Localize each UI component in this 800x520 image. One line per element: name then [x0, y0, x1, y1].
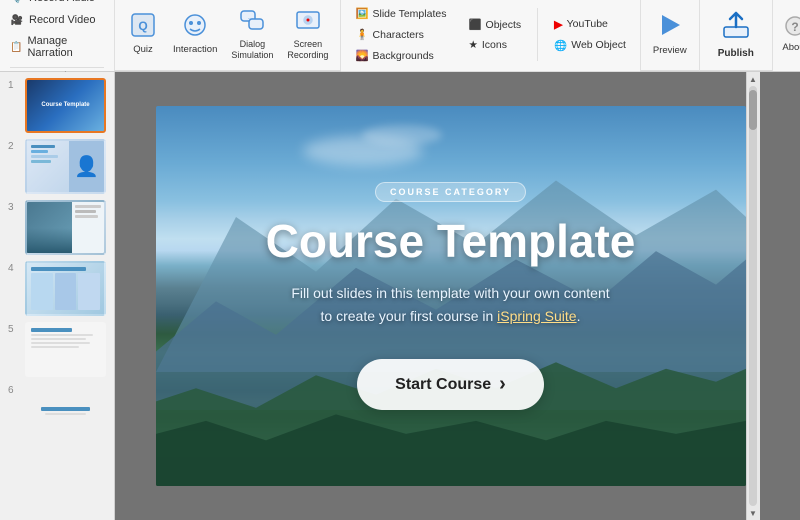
record-audio-button[interactable]: 🎙️ Record Audio — [10, 0, 95, 7]
preview-label: Preview — [653, 45, 687, 56]
slide-thumb-2[interactable]: 2 👤 — [8, 139, 106, 194]
interaction-label: Interaction — [173, 44, 217, 55]
slide-thumb-3[interactable]: 3 — [8, 200, 106, 255]
slide-preview-4 — [25, 261, 106, 316]
slide-thumb-5[interactable]: 5 — [8, 322, 106, 377]
slide-preview-1: Course Template — [25, 78, 106, 133]
svg-text:?: ? — [791, 20, 798, 34]
characters-button[interactable]: 🧍 Characters — [349, 25, 452, 44]
slide-thumb-4[interactable]: 4 — [8, 261, 106, 316]
dialog-simulation-button[interactable]: ... DialogSimulation — [225, 4, 279, 64]
slide-num-6: 6 — [8, 383, 20, 396]
svg-text:...: ... — [248, 14, 254, 21]
record-video-button[interactable]: 🎥 Record Video — [10, 11, 95, 29]
record-video-icon: 🎥 — [10, 13, 24, 27]
interaction-icon — [182, 12, 208, 42]
publish-label: Publish — [718, 48, 754, 59]
toolbar: 🎙️ Record Audio 🎥 Record Video 📋 Manage … — [0, 0, 800, 72]
main-area: 1 Course Template 2 👤 — [0, 72, 800, 520]
start-course-arrow: › — [499, 373, 506, 396]
backgrounds-icon: 🌄 — [355, 49, 368, 62]
objects-button[interactable]: ⬛ Objects — [462, 15, 527, 34]
slide-preview-2: 👤 — [25, 139, 106, 194]
slide-preview-6 — [25, 383, 106, 438]
youtube-button[interactable]: ▶ YouTube — [548, 15, 632, 34]
dialog-sim-label: DialogSimulation — [231, 39, 273, 61]
slide-templates-button[interactable]: 🖼️ Slide Templates — [349, 4, 452, 23]
slide-num-2: 2 — [8, 139, 20, 152]
preview-button[interactable]: Preview — [647, 4, 693, 64]
icons-button[interactable]: ★ Icons — [462, 36, 527, 54]
slide-thumb-6[interactable]: 6 — [8, 383, 106, 438]
icons-icon: ★ — [468, 39, 477, 51]
slide-num-5: 5 — [8, 322, 20, 335]
screen-recording-button[interactable]: ScreenRecording — [281, 4, 334, 64]
right-scrollbar: ▲ ▼ — [746, 72, 760, 520]
slide-num-4: 4 — [8, 261, 20, 274]
quiz-button[interactable]: Q Quiz — [121, 4, 165, 64]
preview-icon — [656, 11, 684, 43]
characters-icon: 🧍 — [355, 28, 368, 41]
web-object-icon: 🌐 — [554, 39, 567, 52]
publish-button[interactable]: Publish — [706, 4, 766, 64]
record-audio-icon: 🎙️ — [10, 0, 24, 5]
canvas-area: COURSE CATEGORY Course Template Fill out… — [115, 72, 800, 520]
slide-num-3: 3 — [8, 200, 20, 213]
screen-recording-icon — [295, 7, 321, 37]
quiz-icon: Q — [130, 12, 156, 42]
objects-icon: ⬛ — [468, 18, 481, 31]
quiz-label: Quiz — [133, 44, 153, 55]
slide-thumb-1[interactable]: 1 Course Template — [8, 78, 106, 133]
slide-preview-3 — [25, 200, 106, 255]
slide-overlay: COURSE CATEGORY Course Template Fill out… — [156, 106, 746, 486]
svg-text:Q: Q — [138, 19, 147, 33]
screen-recording-label: ScreenRecording — [287, 39, 328, 61]
about-button[interactable]: ? About — [777, 4, 800, 64]
slide-panel: 1 Course Template 2 👤 — [0, 72, 115, 520]
scroll-thumb[interactable] — [749, 90, 757, 130]
slide-canvas[interactable]: COURSE CATEGORY Course Template Fill out… — [156, 106, 746, 486]
subtitle: Fill out slides in this template with yo… — [291, 282, 609, 327]
about-icon: ? — [784, 15, 800, 40]
slide-num-1: 1 — [8, 78, 20, 91]
start-course-label: Start Course — [395, 376, 491, 394]
youtube-icon: ▶ — [554, 18, 562, 31]
scroll-down-arrow[interactable]: ▼ — [748, 508, 758, 518]
slide-preview-5 — [25, 322, 106, 377]
interaction-button[interactable]: Interaction — [167, 4, 223, 64]
web-object-button[interactable]: 🌐 Web Object — [548, 36, 632, 55]
scroll-track — [749, 86, 757, 506]
about-label: About — [782, 42, 800, 53]
category-badge: COURSE CATEGORY — [375, 182, 526, 202]
narration-section: 🎙️ Record Audio 🎥 Record Video 📋 Manage … — [0, 0, 115, 71]
scroll-up-arrow[interactable]: ▲ — [748, 74, 758, 84]
manage-narration-button[interactable]: 📋 Manage Narration — [10, 33, 104, 61]
main-title: Course Template — [266, 216, 636, 267]
manage-narration-icon: 📋 — [10, 40, 22, 54]
backgrounds-button[interactable]: 🌄 Backgrounds — [349, 46, 452, 65]
slide-templates-icon: 🖼️ — [355, 7, 368, 20]
start-course-button[interactable]: Start Course › — [357, 359, 544, 410]
dialog-sim-icon: ... — [239, 7, 265, 37]
publish-icon — [720, 9, 752, 46]
